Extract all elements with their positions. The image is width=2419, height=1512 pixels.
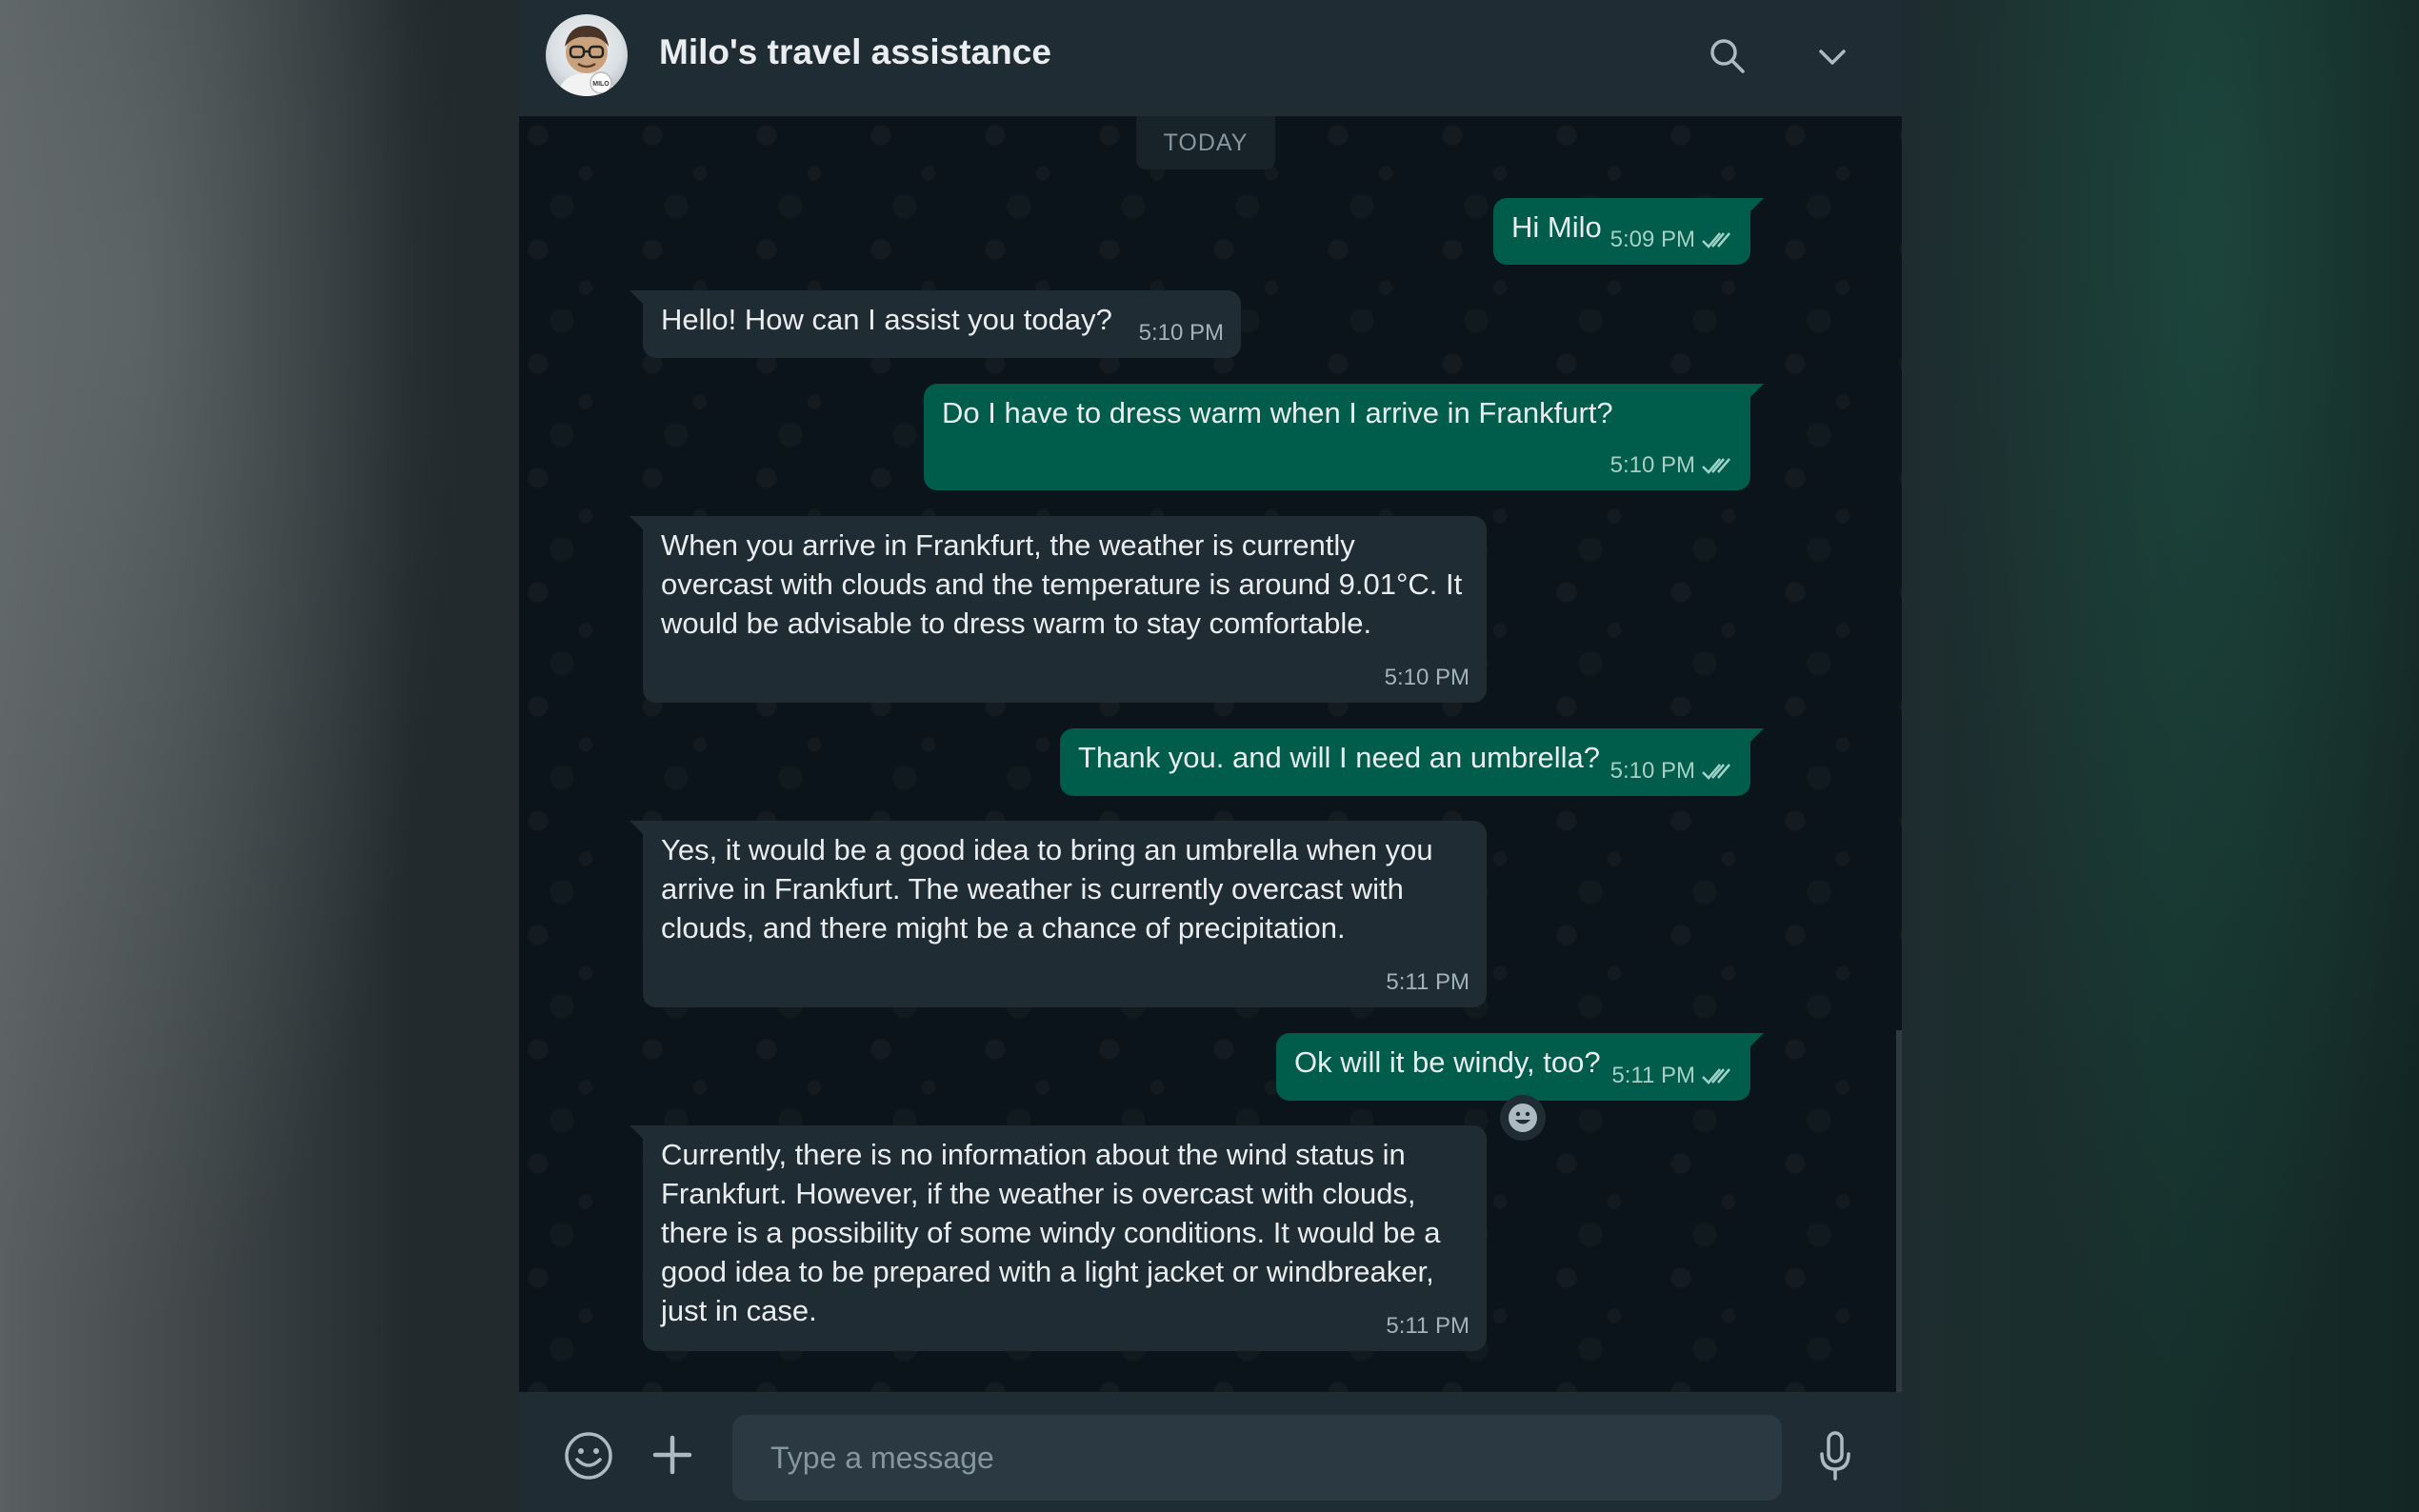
background-right xyxy=(1905,0,2419,1512)
emoji-button[interactable] xyxy=(563,1430,614,1482)
message-text: When you arrive in Frankfurt, the weathe… xyxy=(661,528,1463,640)
double-check-icon xyxy=(1702,457,1730,474)
chat-window: MILO Milo's travel assistance TODAY Hi M… xyxy=(519,0,1902,1512)
message-outgoing[interactable]: Thank you. and will I need an umbrella? … xyxy=(1060,728,1764,796)
message-text: Ok will it be windy, too? xyxy=(1294,1045,1601,1079)
message-time: 5:11 PM xyxy=(1386,1313,1469,1339)
message-time: 5:10 PM xyxy=(1138,320,1224,346)
message-outgoing[interactable]: Do I have to dress warm when I arrive in… xyxy=(924,384,1764,490)
double-check-icon xyxy=(1702,763,1730,780)
react-button[interactable] xyxy=(1500,1095,1546,1141)
message-time: 5:11 PM xyxy=(1611,1063,1695,1088)
attach-button[interactable] xyxy=(650,1432,695,1478)
message-meta: 5:10 PM xyxy=(1139,313,1224,352)
message-outgoing[interactable]: Ok will it be windy, too? 5:11 PM xyxy=(1276,1033,1764,1101)
search-icon xyxy=(1710,39,1745,73)
message-time: 5:09 PM xyxy=(1609,227,1695,252)
message-meta: 5:10 PM xyxy=(1610,446,1733,485)
double-check-icon xyxy=(1702,231,1730,249)
message-text: Do I have to dress warm when I arrive in… xyxy=(942,396,1613,429)
search-button[interactable] xyxy=(1706,34,1749,78)
chat-title: Milo's travel assistance xyxy=(659,32,1051,71)
message-time: 5:10 PM xyxy=(1384,665,1469,690)
message-input[interactable] xyxy=(732,1415,1782,1501)
message-text: Yes, it would be a good idea to bring an… xyxy=(661,833,1433,945)
message-text: Hello! How can I assist you today? xyxy=(661,303,1112,336)
message-meta: 5:09 PM xyxy=(1610,220,1733,259)
message-incoming[interactable]: Currently, there is no information about… xyxy=(630,1125,1487,1351)
message-incoming[interactable]: When you arrive in Frankfurt, the weathe… xyxy=(630,516,1487,703)
chat-header: MILO Milo's travel assistance xyxy=(519,0,1902,117)
message-text: Hi Milo xyxy=(1511,210,1602,244)
menu-button[interactable] xyxy=(1812,40,1852,74)
emoji-icon xyxy=(565,1432,612,1480)
composer-bar xyxy=(519,1392,1902,1512)
emoji-react-icon xyxy=(1509,1104,1537,1132)
plus-icon xyxy=(652,1435,692,1475)
message-outgoing[interactable]: Hi Milo 5:09 PM xyxy=(1493,198,1764,265)
date-divider: TODAY xyxy=(1136,116,1275,169)
microphone-icon xyxy=(1820,1431,1850,1481)
message-meta: 5:11 PM xyxy=(1611,1056,1733,1095)
message-meta: 5:11 PM xyxy=(1386,1306,1469,1345)
message-meta: 5:11 PM xyxy=(1386,963,1469,1002)
message-text: Thank you. and will I need an umbrella? xyxy=(1078,741,1600,774)
message-incoming[interactable]: Yes, it would be a good idea to bring an… xyxy=(630,821,1487,1007)
background-left xyxy=(0,0,519,1512)
svg-text:MILO: MILO xyxy=(592,81,610,88)
message-meta: 5:10 PM xyxy=(1610,751,1733,790)
chevron-down-icon xyxy=(1819,50,1846,65)
message-time: 5:11 PM xyxy=(1386,969,1469,995)
double-check-icon xyxy=(1702,1067,1730,1084)
avatar[interactable]: MILO xyxy=(546,14,628,96)
message-incoming[interactable]: Hello! How can I assist you today? 5:10 … xyxy=(630,290,1241,358)
message-time: 5:10 PM xyxy=(1609,758,1695,784)
message-meta: 5:10 PM xyxy=(1385,658,1469,697)
microphone-button[interactable] xyxy=(1810,1428,1860,1483)
message-text: Currently, there is no information about… xyxy=(661,1138,1441,1327)
message-time: 5:10 PM xyxy=(1609,452,1695,478)
